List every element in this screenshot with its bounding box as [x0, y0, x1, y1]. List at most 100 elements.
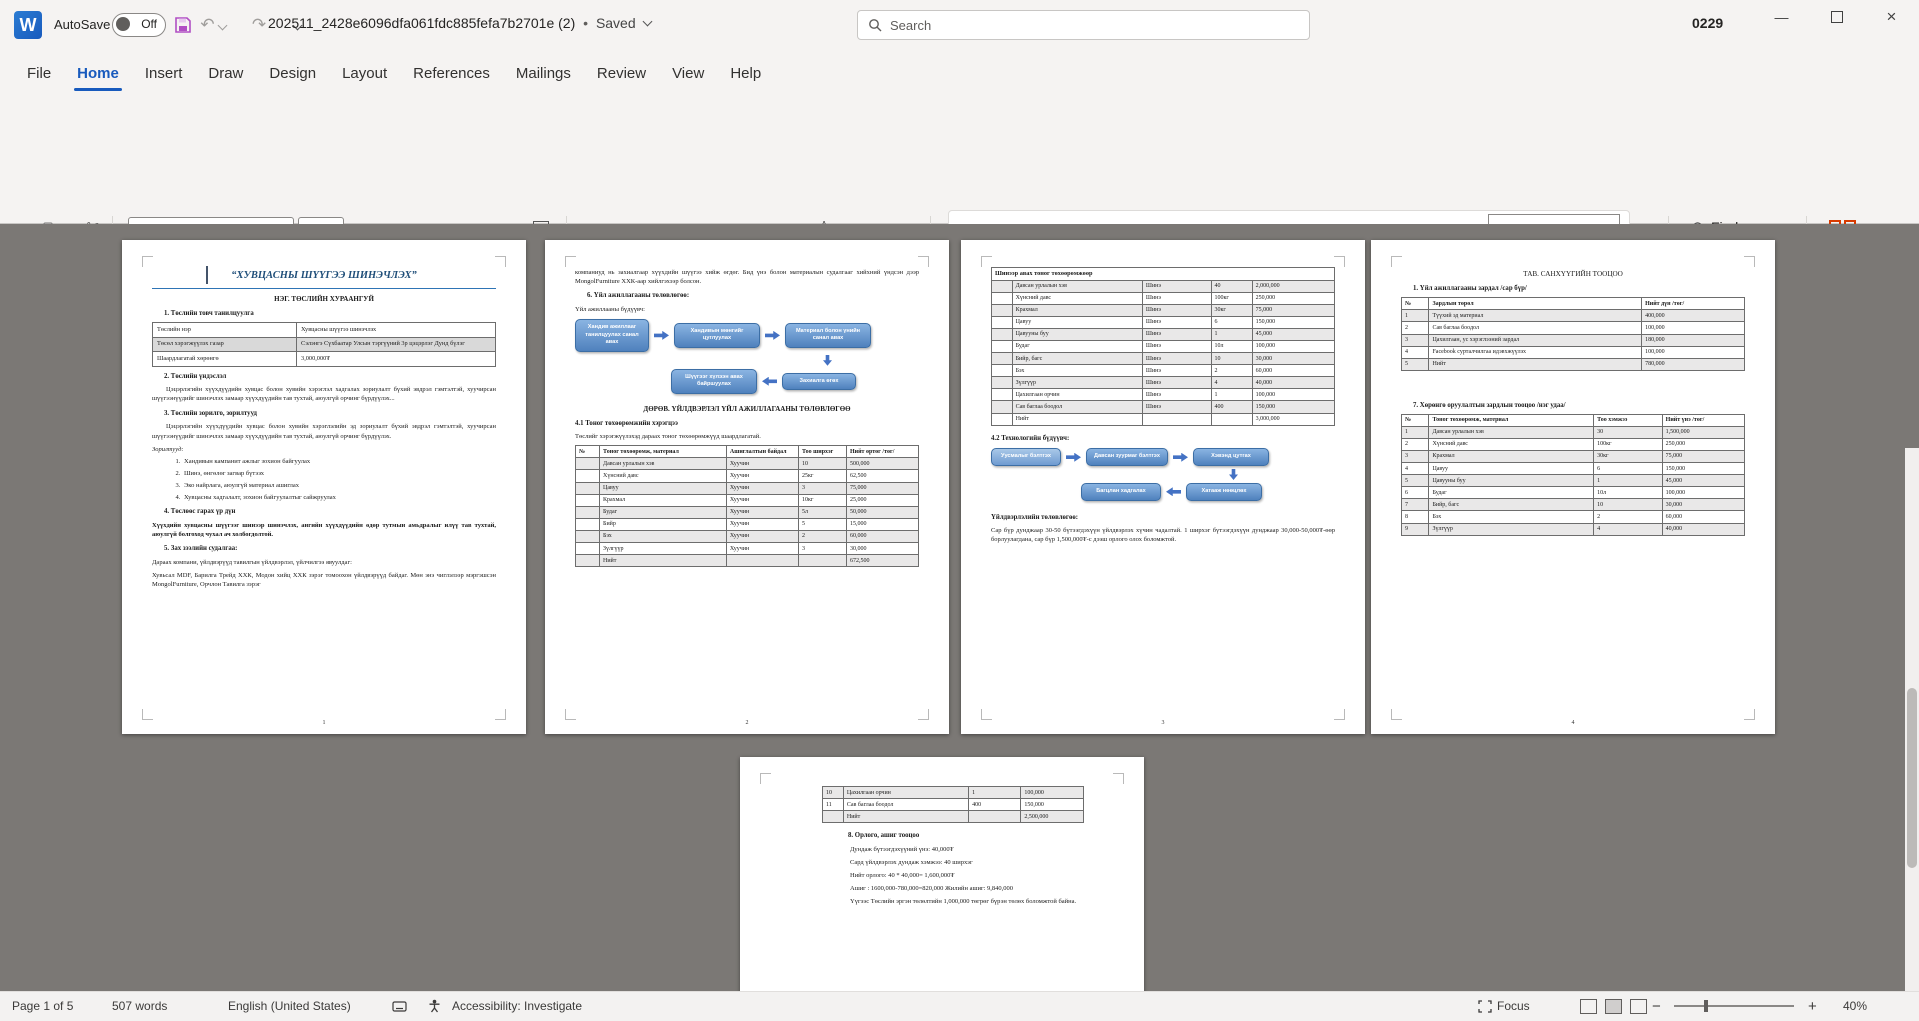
tab-insert[interactable]: Insert — [132, 51, 196, 95]
table-cell: Түүхий эд материал — [1429, 310, 1642, 322]
tab-review[interactable]: Review — [584, 51, 659, 95]
table-cell: Нийт — [1012, 413, 1142, 425]
search-input[interactable]: Search — [857, 10, 1310, 40]
arrow-right-icon — [1173, 453, 1188, 462]
tab-file[interactable]: File — [14, 51, 64, 95]
zoom-level[interactable]: 40% — [1843, 992, 1867, 1020]
heading-4-2: 4.2 Технологийн бүдүүвч: — [991, 434, 1335, 444]
table-cell: Шинэ — [1142, 292, 1211, 304]
word-logo-icon[interactable]: W — [14, 11, 42, 39]
tab-draw[interactable]: Draw — [195, 51, 256, 95]
table-cell — [576, 518, 600, 530]
table-header-cell: Тоо ширхэг — [798, 446, 846, 458]
tab-home[interactable]: Home — [64, 51, 132, 95]
tab-view[interactable]: View — [659, 51, 717, 95]
save-icon[interactable] — [170, 12, 196, 38]
tab-help[interactable]: Help — [717, 51, 774, 95]
read-mode-icon[interactable] — [1580, 999, 1597, 1014]
table-cell: Цавуу — [1429, 463, 1594, 475]
accessibility-status[interactable]: Accessibility: Investigate — [452, 992, 582, 1020]
tab-layout[interactable]: Layout — [329, 51, 400, 95]
table-row: КрахмалХуучин10кг25,000 — [576, 494, 919, 506]
table-row: Бийр, багсШинэ1030,000 — [992, 353, 1335, 365]
table-cell: Крахмал — [600, 494, 727, 506]
scrollbar-thumb[interactable] — [1907, 688, 1917, 868]
table-cell: 30 — [1594, 426, 1663, 438]
flow-box: Хатааж нөөцлөх — [1186, 483, 1262, 501]
table-cell: 60,000 — [1252, 365, 1334, 377]
flow-box: Хэвэнд цутгах — [1193, 448, 1269, 466]
page-3[interactable]: Шинээр авах тоног төхөөрөмжөөрДавсан урл… — [961, 240, 1365, 734]
zoom-slider[interactable] — [1674, 992, 1794, 1020]
page-5[interactable]: 10Цахилгаан орчин1100,00011Сав баглаа бо… — [740, 757, 1144, 991]
page-2[interactable]: компаниуд нь захиалгаар хүүхдийн шүүгээ … — [545, 240, 949, 734]
equipment-table: №Тоног төхөөрөмж, материалАшиглалтын бай… — [575, 445, 919, 567]
table-row: ЦавууШинэ6150,000 — [992, 316, 1335, 328]
table-row: 1Түүхий эд материал400,000 — [1402, 310, 1745, 322]
user-badge[interactable]: 0229 — [1692, 15, 1723, 31]
table-cell: Давсан урлалын хэв — [1012, 280, 1142, 292]
table-cell: Нийт — [600, 555, 727, 567]
table-cell: Хуучин — [726, 458, 798, 470]
table-cell: Будаг — [1012, 340, 1142, 352]
page-indicator[interactable]: Page 1 of 5 — [12, 992, 73, 1020]
table-cell: 100,000 — [1662, 487, 1744, 499]
tab-references[interactable]: References — [400, 51, 503, 95]
tab-mailings[interactable]: Mailings — [503, 51, 584, 95]
table-cell: 10л — [1594, 487, 1663, 499]
document-canvas[interactable]: “ХУВЦАСНЫ ШҮҮГЭЭ ШИНЭЧЛЭХ” НЭГ. ТӨСЛИЙН … — [0, 224, 1919, 991]
table-cell — [992, 340, 1013, 352]
table-row: 4Facebook сурталчилгаа идэвхжүүлэх100,00… — [1402, 346, 1745, 358]
table-cell: Хувцасны шүүгээ шинэчлэх — [297, 323, 496, 338]
arrow-down-icon — [1229, 469, 1238, 480]
print-layout-icon[interactable] — [1605, 999, 1622, 1014]
table-cell — [969, 811, 1021, 823]
table-cell: Крахмал — [1012, 304, 1142, 316]
tab-design[interactable]: Design — [256, 51, 329, 95]
zoom-out-button[interactable]: − — [1652, 992, 1661, 1020]
table-cell: 250,000 — [1662, 438, 1744, 450]
zoom-in-button[interactable]: + — [1808, 992, 1817, 1020]
heading-1-3: 3. Төслийн зорилго, зорилтууд — [152, 409, 496, 419]
table-cell — [992, 401, 1013, 413]
table-cell — [1211, 413, 1252, 425]
arrow-left-icon — [762, 377, 777, 386]
page-4[interactable]: ТАВ. САНХҮҮГИЙН ТООЦОО 1. Үйл ажиллагаан… — [1371, 240, 1775, 734]
table-cell — [576, 530, 600, 542]
table-cell: 150,000 — [1252, 401, 1334, 413]
paragraph: Хувьсал MDF, Барилга Трейд ХХК, Модон хи… — [152, 571, 496, 590]
table-row: Нийт672,500 — [576, 555, 919, 567]
maximize-button[interactable] — [1809, 0, 1864, 34]
table-cell: 2 — [1402, 322, 1429, 334]
close-button[interactable]: × — [1864, 0, 1919, 34]
page-1[interactable]: “ХУВЦАСНЫ ШҮҮГЭЭ ШИНЭЧЛЭХ” НЭГ. ТӨСЛИЙН … — [122, 240, 526, 734]
table-cell: 2 — [1594, 511, 1663, 523]
web-layout-icon[interactable] — [1630, 999, 1647, 1014]
autosave-toggle[interactable]: Off — [112, 13, 166, 37]
table-cell: 75,000 — [1662, 450, 1744, 462]
zoom-slider-thumb[interactable] — [1704, 1000, 1708, 1012]
language-indicator[interactable]: English (United States) — [228, 992, 351, 1020]
flow-label: Үйл ажиллааны бүдүүвч: — [575, 305, 919, 314]
table-row: КрахмалШинэ30кг75,000 — [992, 304, 1335, 316]
table-row: ЗүлгүүрШинэ440,000 — [992, 377, 1335, 389]
text-predictions-icon[interactable] — [392, 992, 407, 1020]
table-cell: 30,000 — [846, 543, 918, 555]
table-header-cell: Нийт өртөг /төг/ — [846, 446, 918, 458]
table-cell: Хуучин — [726, 506, 798, 518]
vertical-scrollbar[interactable] — [1905, 448, 1919, 991]
undo-icon[interactable]: ↶ — [200, 12, 226, 38]
table-cell: 10 — [1211, 353, 1252, 365]
table-row: ЦавууХуучин375,000 — [576, 482, 919, 494]
heading-5-1: 1. Үйл ажиллагааны зардал /сар бүр/ — [1401, 284, 1745, 294]
table-cell: 4 — [1402, 463, 1429, 475]
focus-button[interactable]: Focus — [1478, 992, 1530, 1020]
accessibility-icon[interactable] — [428, 992, 441, 1020]
document-title[interactable]: 202511_2428e6096dfa061fdc885fefa7b2701e … — [268, 15, 651, 31]
minimize-button[interactable]: — — [1754, 0, 1809, 34]
table-cell — [1142, 413, 1211, 425]
word-count[interactable]: 507 words — [112, 992, 167, 1020]
table-cell — [992, 292, 1013, 304]
table-cell: Шинэ — [1142, 304, 1211, 316]
table-cell: 6 — [1211, 316, 1252, 328]
